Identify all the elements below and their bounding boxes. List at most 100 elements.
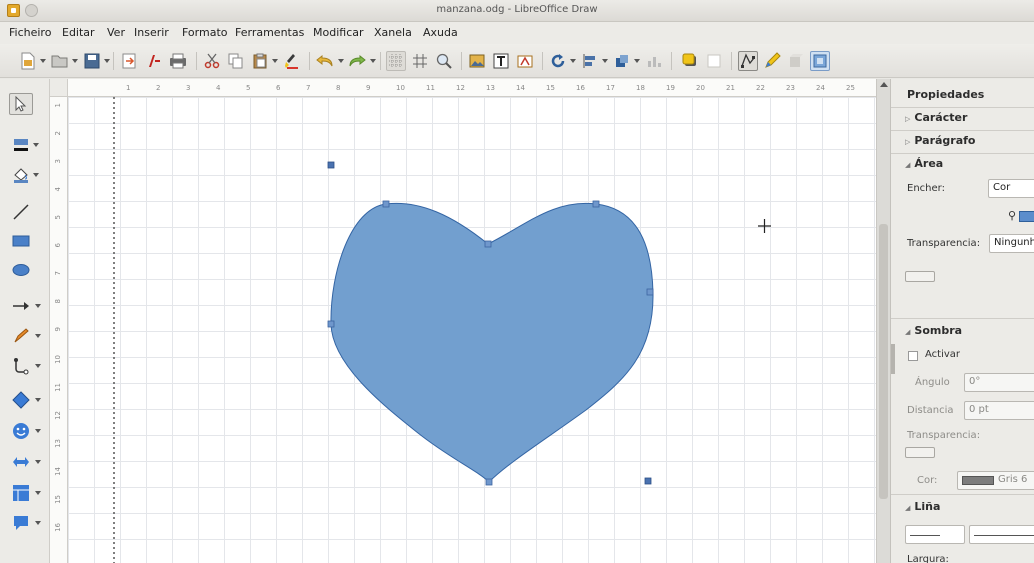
fill-type-select[interactable]: Cor [988, 179, 1034, 198]
flowchart-icon[interactable] [9, 482, 41, 504]
expand-arrow-icon: ▷ [905, 138, 911, 146]
vertical-ruler[interactable]: 1 2 3 4 5 6 7 8 9 10 11 12 13 14 15 16 [50, 97, 68, 563]
point-handle [592, 200, 600, 208]
export-pdf-icon[interactable] [144, 51, 164, 71]
line-tool-icon[interactable] [9, 201, 33, 223]
new-document-icon[interactable] [18, 51, 38, 71]
ellipse-tool-icon[interactable] [9, 259, 33, 281]
extrusion-icon[interactable] [786, 51, 806, 71]
menu-ferramentas[interactable]: Ferramentas [235, 26, 304, 39]
shadow-angle-field[interactable]: 0° [964, 373, 1034, 392]
area-transparency-slider[interactable] [905, 271, 935, 282]
shadow-distance-field[interactable]: 0 pt [964, 401, 1034, 420]
points-icon[interactable] [738, 51, 758, 71]
point-handle [484, 240, 492, 248]
copy-icon[interactable] [226, 51, 246, 71]
sidebar-collapse-handle[interactable] [891, 344, 895, 374]
paste-dropdown-icon[interactable] [272, 59, 278, 63]
shadow-icon[interactable] [680, 51, 700, 71]
redo-dropdown-icon[interactable] [370, 59, 376, 63]
menu-axuda[interactable]: Axuda [423, 26, 458, 39]
crosshair-cursor-icon [758, 219, 771, 233]
point-handle [382, 200, 390, 208]
undo-icon[interactable] [315, 51, 335, 71]
shadow-activate-checkbox[interactable] [908, 351, 918, 361]
new-dropdown-icon[interactable] [40, 59, 46, 63]
menu-editar[interactable]: Editar [62, 26, 95, 39]
ruler-tick-label: 14 [54, 467, 62, 476]
menu-modificar[interactable]: Modificar [313, 26, 364, 39]
print-icon[interactable] [168, 51, 188, 71]
area-transparency-select[interactable]: Ningunha [989, 234, 1034, 253]
ruler-tick-label: 2 [54, 131, 62, 136]
draw-functions-icon[interactable] [762, 51, 782, 71]
open-folder-icon[interactable] [50, 51, 70, 71]
callouts-icon[interactable] [9, 512, 41, 534]
menu-xanela[interactable]: Xanela [374, 26, 412, 39]
window-title: manzana.odg - LibreOffice Draw [436, 4, 598, 15]
section-shadow[interactable]: ◢ Sombra [905, 324, 962, 337]
text-box-icon[interactable] [491, 51, 511, 71]
line-style-select[interactable] [905, 525, 965, 544]
line-color-icon[interactable] [9, 134, 39, 156]
select-arrow-icon[interactable] [9, 93, 33, 115]
section-line-label: Liña [914, 500, 941, 513]
save-dropdown-icon[interactable] [104, 59, 110, 63]
heart-shape[interactable] [330, 202, 654, 483]
scroll-thumb[interactable] [879, 224, 888, 499]
menu-ver[interactable]: Ver [107, 26, 125, 39]
libreoffice-draw-window: manzana.odg - LibreOffice Draw Ficheiro … [0, 0, 1034, 563]
arrange-dropdown-icon[interactable] [634, 59, 640, 63]
symbol-shapes-icon[interactable] [9, 420, 41, 442]
horizontal-ruler[interactable]: 1 2 3 4 5 6 7 8 9 10 11 12 13 14 15 16 17 18 19 20 21 22 23 24 2… [68, 79, 885, 97]
basic-shapes-icon[interactable] [9, 389, 41, 411]
align-dropdown-icon[interactable] [602, 59, 608, 63]
shadow-color-select[interactable]: Gris 6 [957, 471, 1034, 490]
fill-color-icon[interactable] [9, 164, 39, 186]
line-width-select[interactable] [969, 525, 1034, 544]
curve-tool-icon[interactable] [9, 325, 41, 347]
properties-sidebar: Propiedades ▷ Carácter ▷ Parágrafo ◢ Área E… [890, 79, 1034, 563]
paste-icon[interactable] [250, 51, 270, 71]
fontwork-icon[interactable] [515, 51, 535, 71]
line-width-label: Largura: [907, 554, 949, 563]
menu-inserir[interactable]: Inserir [134, 26, 169, 39]
sidebar-toggle-icon[interactable] [810, 51, 830, 71]
undo-dropdown-icon[interactable] [338, 59, 344, 63]
ruler-tick-label: 2 [156, 84, 161, 92]
shadow-angle-label: Ángulo [915, 377, 950, 388]
section-character[interactable]: ▷ Carácter [905, 111, 967, 124]
clone-formatting-icon[interactable] [282, 51, 302, 71]
helplines-icon[interactable] [410, 51, 430, 71]
save-icon[interactable] [82, 51, 102, 71]
zoom-icon[interactable] [434, 51, 454, 71]
align-icon[interactable] [580, 51, 600, 71]
fill-color-swatch[interactable] [1019, 211, 1034, 222]
crop-icon[interactable] [704, 51, 724, 71]
open-dropdown-icon[interactable] [72, 59, 78, 63]
drawing-canvas[interactable] [68, 97, 876, 563]
section-line[interactable]: ◢ Liña [905, 500, 940, 513]
redo-icon[interactable] [347, 51, 367, 71]
arrange-icon[interactable] [612, 51, 632, 71]
rotate-dropdown-icon[interactable] [570, 59, 576, 63]
connector-tool-icon[interactable] [9, 355, 41, 377]
block-arrows-icon[interactable] [9, 451, 41, 473]
menu-ficheiro[interactable]: Ficheiro [9, 26, 51, 39]
shadow-transparency-slider[interactable] [905, 447, 935, 458]
export-icon[interactable] [119, 51, 139, 71]
image-icon[interactable] [467, 51, 487, 71]
section-area[interactable]: ◢ Área [905, 157, 943, 170]
grid-icon[interactable] [386, 51, 406, 71]
menu-formato[interactable]: Formato [182, 26, 228, 39]
rotate-icon[interactable] [548, 51, 568, 71]
scroll-up-icon[interactable] [880, 82, 888, 87]
vertical-scrollbar[interactable] [876, 79, 890, 563]
section-paragraph[interactable]: ▷ Parágrafo [905, 134, 976, 147]
ruler-tick-label: 5 [246, 84, 251, 92]
cut-icon[interactable] [202, 51, 222, 71]
distribute-icon[interactable] [644, 51, 664, 71]
ruler-tick-label: 1 [126, 84, 131, 92]
rectangle-tool-icon[interactable] [9, 230, 33, 252]
lines-arrows-icon[interactable] [9, 295, 41, 317]
